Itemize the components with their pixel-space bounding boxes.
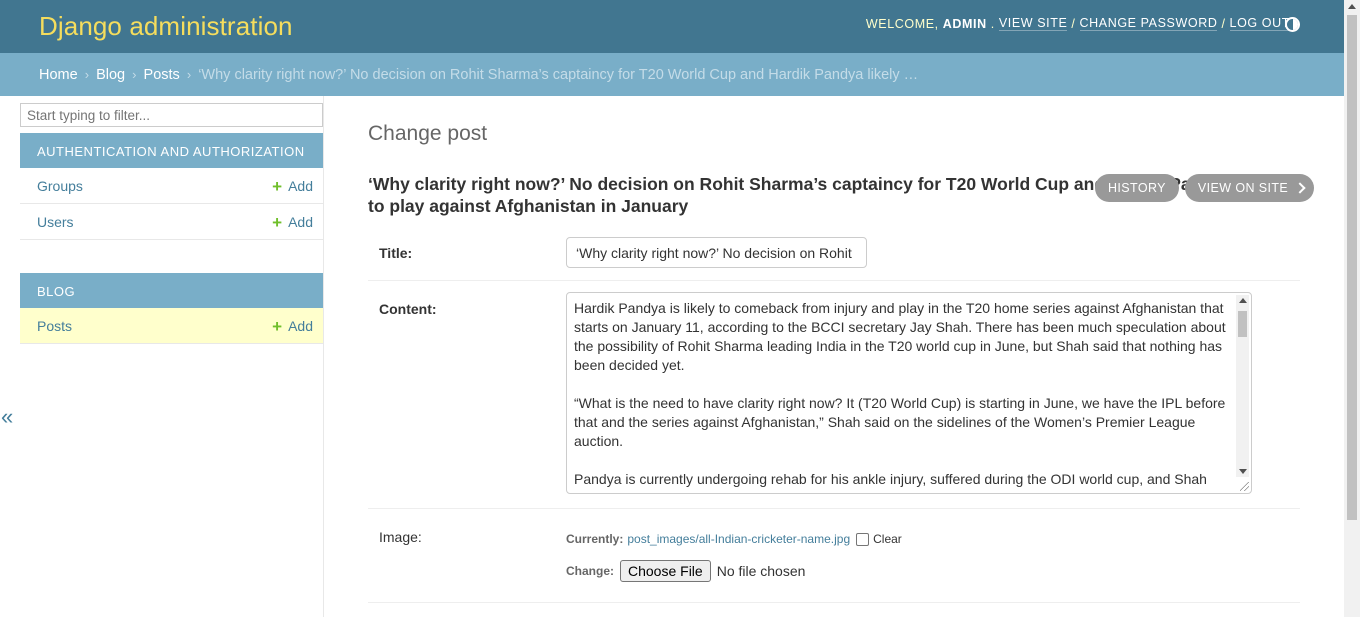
object-tools: HISTORY VIEW ON SITE	[1095, 174, 1315, 202]
welcome-text: WELCOME,	[865, 16, 939, 31]
site-brand[interactable]: Django administration	[39, 11, 293, 42]
page-title: Change post	[368, 122, 488, 145]
plus-icon: +	[272, 213, 283, 232]
currently-label: Currently:	[566, 532, 624, 546]
sidebar-item-groups: Groups + Add	[20, 168, 323, 204]
add-users-button[interactable]: + Add	[272, 213, 313, 233]
separator: /	[1071, 16, 1076, 31]
image-label: Image:	[379, 529, 422, 545]
sidebar-collapse-toggle[interactable]: «	[1, 404, 13, 430]
plus-icon: +	[272, 177, 283, 196]
content-paragraph: Pandya is currently undergoing rehab for…	[574, 471, 1207, 487]
scroll-up-icon[interactable]	[1239, 298, 1247, 303]
plus-icon: +	[272, 317, 283, 336]
view-on-site-label: VIEW ON SITE	[1197, 181, 1289, 195]
file-status: No file chosen	[716, 563, 806, 579]
history-button[interactable]: HISTORY	[1095, 174, 1179, 202]
textarea-scrollbar[interactable]	[1236, 295, 1249, 477]
choose-file-button[interactable]: Choose File	[620, 560, 711, 582]
resize-grip-icon[interactable]	[1240, 482, 1249, 491]
change-label: Change:	[566, 564, 614, 578]
add-posts-button[interactable]: + Add	[272, 317, 313, 337]
breadcrumb-posts[interactable]: Posts	[144, 67, 180, 83]
module-caption-blog[interactable]: BLOG	[20, 273, 323, 308]
change-image: Change: Choose File No file chosen	[566, 560, 805, 582]
chevron-right-icon	[1294, 182, 1306, 194]
clear-checkbox[interactable]	[856, 532, 870, 546]
module-caption-auth[interactable]: AUTHENTICATION AND AUTHORIZATION	[20, 133, 323, 168]
current-image-link[interactable]: post_images/all-Indian-cricketer-name.jp…	[627, 532, 850, 546]
breadcrumb: Home › Blog › Posts › ‘Why clarity right…	[0, 53, 1344, 96]
breadcrumb-blog[interactable]: Blog	[96, 67, 125, 83]
breadcrumb-home[interactable]: Home	[39, 67, 78, 83]
form-row-image	[368, 509, 1300, 603]
separator: /	[1221, 16, 1226, 31]
content-paragraph: “What is the need to have clarity right …	[574, 395, 1226, 449]
title-field[interactable]: ‘Why clarity right now?’ No decision on …	[566, 237, 867, 268]
nav-filter-input[interactable]	[20, 103, 323, 127]
sidebar-item-label[interactable]: Groups	[37, 178, 83, 194]
breadcrumb-separator: ›	[132, 67, 137, 82]
breadcrumb-current: ‘Why clarity right now?’ No decision on …	[198, 67, 919, 83]
header: Django administration WELCOME, ADMIN. VI…	[0, 0, 1344, 53]
current-image: Currently: post_images/all-Indian-cricke…	[566, 532, 902, 546]
title-label: Title:	[379, 245, 413, 261]
user-tools: WELCOME, ADMIN. VIEW SITE / CHANGE PASSW…	[865, 16, 1290, 31]
page-scroll-thumb[interactable]	[1347, 15, 1357, 520]
add-groups-button[interactable]: + Add	[272, 177, 313, 197]
content-paragraph: Hardik Pandya is likely to comeback from…	[574, 300, 1226, 373]
page-scrollbar[interactable]	[1344, 0, 1360, 617]
content-textarea[interactable]: Hardik Pandya is likely to comeback from…	[566, 292, 1252, 494]
sidebar-item-label[interactable]: Posts	[37, 318, 72, 334]
view-site-link[interactable]: VIEW SITE	[998, 16, 1068, 31]
view-on-site-button[interactable]: VIEW ON SITE	[1184, 174, 1315, 202]
sidebar-item-posts: Posts + Add	[20, 308, 323, 344]
sidebar-item-label[interactable]: Users	[37, 214, 74, 230]
content-label: Content:	[379, 301, 437, 317]
breadcrumb-separator: ›	[84, 67, 90, 82]
nav-sidebar: AUTHENTICATION AND AUTHORIZATION Groups …	[19, 96, 324, 617]
logout-link[interactable]: LOG OUT	[1229, 16, 1290, 31]
change-password-link[interactable]: CHANGE PASSWORD	[1079, 16, 1218, 31]
breadcrumb-separator: ›	[186, 67, 192, 82]
clear-label[interactable]: Clear	[873, 532, 902, 546]
scroll-down-icon[interactable]	[1239, 469, 1247, 474]
scroll-thumb[interactable]	[1238, 311, 1247, 337]
scroll-up-icon[interactable]	[1348, 4, 1356, 9]
content-text: Hardik Pandya is likely to comeback from…	[574, 299, 1234, 493]
theme-toggle-icon[interactable]	[1285, 17, 1300, 32]
username: ADMIN	[942, 16, 987, 31]
sidebar-item-users: Users + Add	[20, 204, 323, 240]
